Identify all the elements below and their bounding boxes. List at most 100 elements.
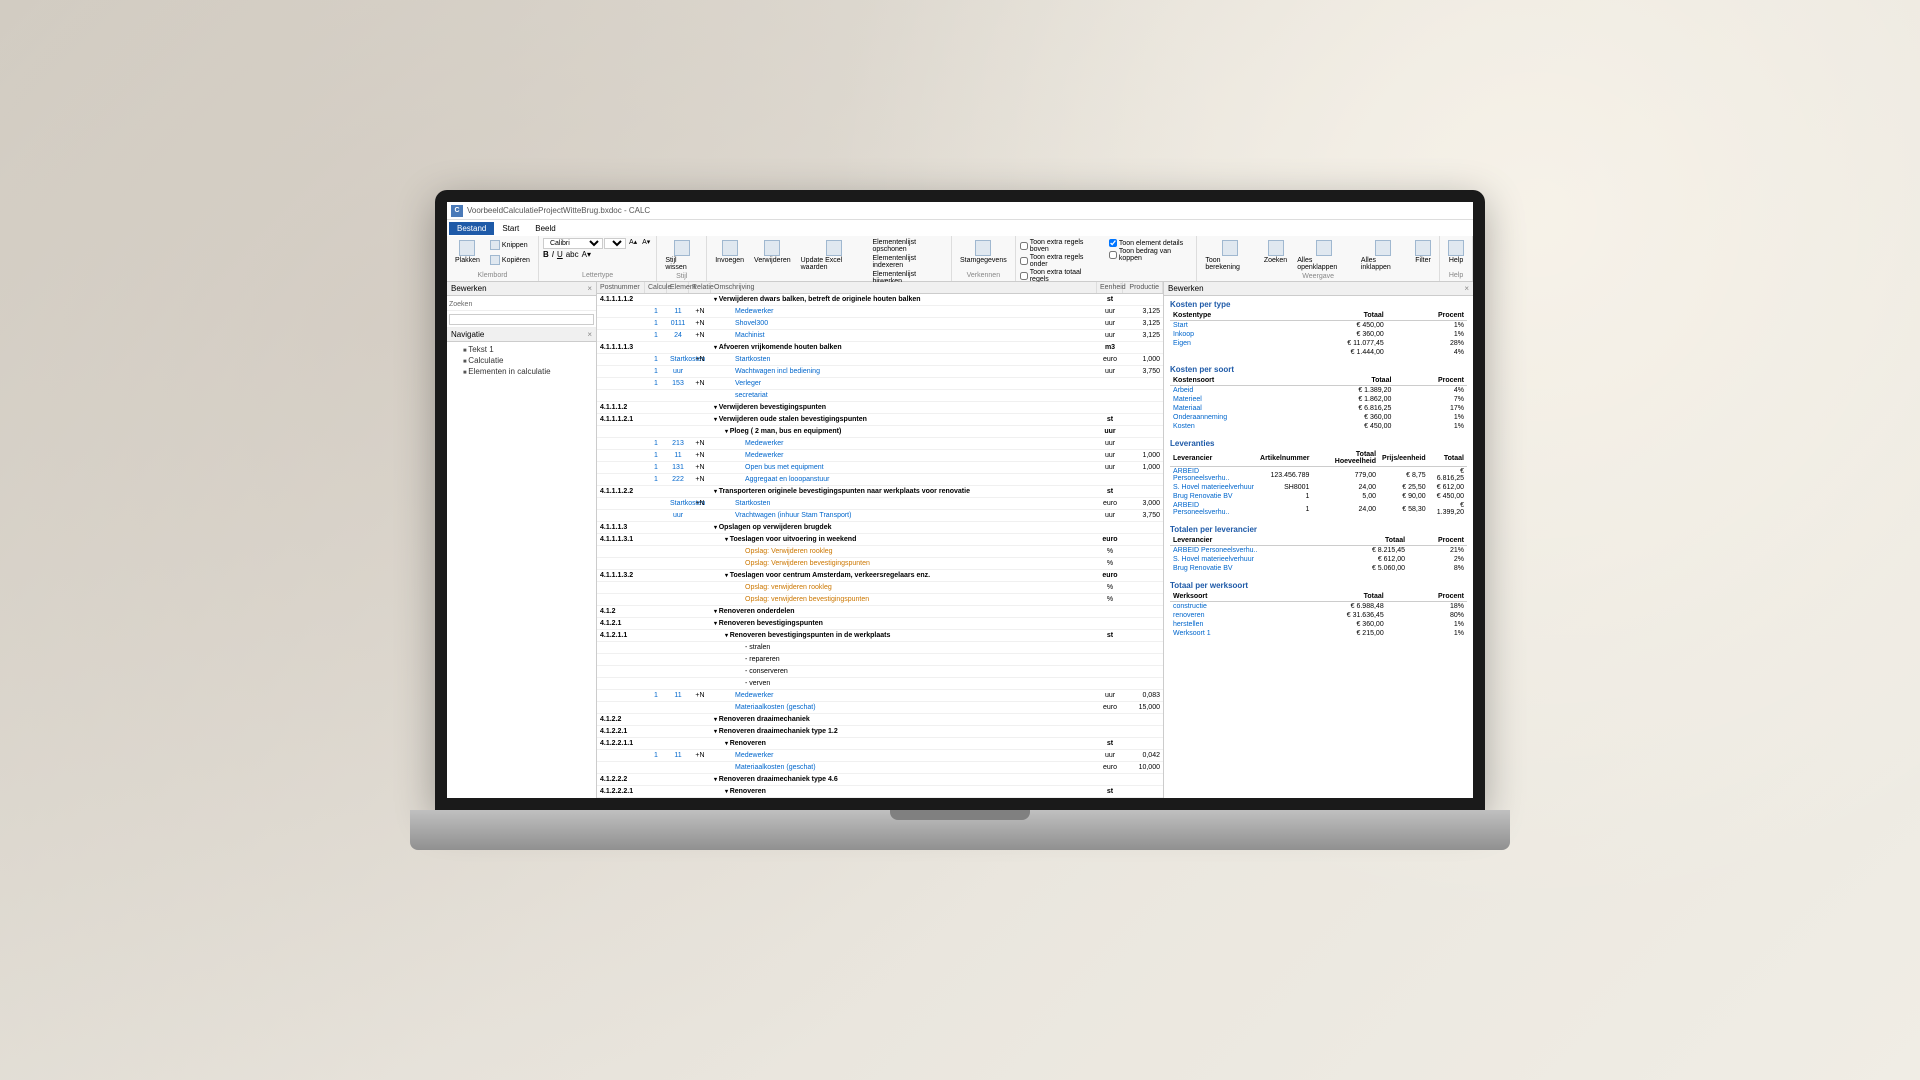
table-row[interactable]: 4.1.2.2.2.1Renoverenst <box>597 786 1163 798</box>
table-row[interactable]: 1153+NVerleger <box>597 378 1163 390</box>
table-row[interactable]: 4.1.2.2.1Renoveren draaimechaniek type 1… <box>597 726 1163 738</box>
table-row[interactable]: 4.1.2.2.2Renoveren draaimechaniek type 4… <box>597 774 1163 786</box>
table-row[interactable]: S. Hovel materieelverhuurSH800124,00€ 25… <box>1170 483 1467 492</box>
table-row[interactable]: Ploeg ( 2 man, bus en equipment)uur <box>597 426 1163 438</box>
table-row[interactable]: 4.1.1.1.2Verwijderen bevestigingspunten <box>597 402 1163 414</box>
table-row[interactable]: Materiaalkosten (geschat)euro10,000 <box>597 762 1163 774</box>
table-row[interactable]: - verven <box>597 678 1163 690</box>
table-row[interactable]: Brug Renovatie BV15,00€ 90,00€ 450,00 <box>1170 492 1467 501</box>
table-row[interactable]: 4.1.2.2.1.1Renoverenst <box>597 738 1163 750</box>
check-element-details[interactable]: Toon element details <box>1109 239 1192 247</box>
table-row[interactable]: 4.1.2.1Renoveren bevestigingspunten <box>597 618 1163 630</box>
check-extra-boven[interactable]: Toon extra regels boven <box>1020 239 1101 253</box>
stamgegevens-button[interactable]: Stamgegevens <box>956 238 1011 266</box>
check-extra-totaal[interactable]: Toon extra totaal regels <box>1020 269 1101 283</box>
table-row[interactable]: uurVrachtwagen (inhuur Stam Transport)uu… <box>597 510 1163 522</box>
table-row[interactable]: secretariat <box>597 390 1163 402</box>
table-row[interactable]: Brug Renovatie BV€ 5.060,008% <box>1170 564 1467 573</box>
table-row[interactable]: Arbeid€ 1.389,204% <box>1170 386 1467 396</box>
col-eenheid[interactable]: Eenheid <box>1097 282 1123 293</box>
table-row[interactable]: Inkoop€ 360,001% <box>1170 330 1467 339</box>
expand-all-button[interactable]: Alles openklappen <box>1293 238 1355 273</box>
table-row[interactable]: Startkosten+NStartkosteneuro3,000 <box>597 498 1163 510</box>
table-row[interactable]: S. Hovel materieelverhuur€ 612,002% <box>1170 555 1467 564</box>
grid-body[interactable]: 4.1.1.1.1.2Verwijderen dwars balken, bet… <box>597 294 1163 798</box>
col-calcule[interactable]: Calcule <box>645 282 667 293</box>
table-row[interactable]: 4.1.1.1.3.1Toeslagen voor uitvoering in … <box>597 534 1163 546</box>
elementlist-clean[interactable]: Elementenlijst opschonen <box>872 239 947 253</box>
filter-button[interactable]: Filter <box>1411 238 1435 266</box>
table-row[interactable]: Materiaalkosten (geschat)euro15,000 <box>597 702 1163 714</box>
strike-button[interactable]: abc <box>566 250 579 259</box>
table-row[interactable]: 1uurWachtwagen incl bedieninguur3,750 <box>597 366 1163 378</box>
table-row[interactable]: Start€ 450,001% <box>1170 321 1467 331</box>
col-element[interactable]: Element <box>667 282 689 293</box>
table-row[interactable]: 4.1.1.1.3.2Toeslagen voor centrum Amster… <box>597 570 1163 582</box>
font-size-select[interactable]: 14 <box>604 238 626 249</box>
collapse-all-button[interactable]: Alles inklappen <box>1357 238 1409 273</box>
table-row[interactable]: 4.1.1.1.3Opslagen op verwijderen brugdek <box>597 522 1163 534</box>
table-row[interactable]: Materiaal€ 6.816,2517% <box>1170 404 1467 413</box>
tab-bestand[interactable]: Bestand <box>449 222 494 235</box>
nav-item-tekst[interactable]: Tekst 1 <box>451 344 592 355</box>
tab-start[interactable]: Start <box>494 222 527 235</box>
search-input[interactable] <box>449 314 594 325</box>
col-postnummer[interactable]: Postnummer <box>597 282 645 293</box>
nav-item-calculatie[interactable]: Calculatie <box>451 355 592 366</box>
paste-button[interactable]: Plakken <box>451 238 484 266</box>
table-row[interactable]: ARBEID Personeelsverhu..123.456.789779,0… <box>1170 467 1467 484</box>
table-row[interactable]: 4.1.2.2Renoveren draaimechaniek <box>597 714 1163 726</box>
table-row[interactable]: ARBEID Personeelsverhu..€ 8.215,4521% <box>1170 546 1467 556</box>
table-row[interactable]: 111+NMedewerkeruur1,000 <box>597 450 1163 462</box>
table-row[interactable]: 111+NMedewerkeruur0,042 <box>597 750 1163 762</box>
table-row[interactable]: ARBEID Personeelsverhu..124,00€ 58,30€ 1… <box>1170 501 1467 517</box>
font-grow-icon[interactable]: A▴ <box>627 238 639 249</box>
close-icon[interactable]: × <box>587 330 592 339</box>
table-row[interactable]: - repareren <box>597 654 1163 666</box>
table-row[interactable]: 4.1.2Renoveren onderdelen <box>597 606 1163 618</box>
close-icon[interactable]: × <box>587 284 592 293</box>
table-row[interactable]: Kosten€ 450,001% <box>1170 422 1467 431</box>
update-excel-button[interactable]: Update Excel waarden <box>797 238 871 273</box>
table-row[interactable]: 1213+NMedewerkeruur <box>597 438 1163 450</box>
style-clear-button[interactable]: Stijl wissen <box>661 238 702 273</box>
table-row[interactable]: 111+NMedewerkeruur3,125 <box>597 306 1163 318</box>
table-row[interactable]: € 1.444,004% <box>1170 348 1467 357</box>
font-shrink-icon[interactable]: A▾ <box>640 238 652 249</box>
table-row[interactable]: renoveren€ 31.636,4580% <box>1170 611 1467 620</box>
table-row[interactable]: 4.1.1.1.2.2Transporteren originele beves… <box>597 486 1163 498</box>
table-row[interactable]: 4.1.2.1.1Renoveren bevestigingspunten in… <box>597 630 1163 642</box>
insert-button[interactable]: Invoegen <box>711 238 748 266</box>
copy-button[interactable]: Kopiëren <box>486 253 534 268</box>
table-row[interactable]: 1222+NAggregaat en looopanstuur <box>597 474 1163 486</box>
bold-button[interactable]: B <box>543 250 549 259</box>
table-row[interactable]: 4.1.1.1.2.1Verwijderen oude stalen beves… <box>597 414 1163 426</box>
italic-button[interactable]: I <box>552 250 554 259</box>
check-extra-onder[interactable]: Toon extra regels onder <box>1020 254 1101 268</box>
table-row[interactable]: Eigen€ 11.077,4528% <box>1170 339 1467 348</box>
table-row[interactable]: 10111+NShovel300uur3,125 <box>597 318 1163 330</box>
check-bedrag-koppen[interactable]: Toon bedrag van koppen <box>1109 248 1192 262</box>
elementlist-index[interactable]: Elementenlijst indexeren <box>872 255 947 269</box>
table-row[interactable]: Onderaanneming€ 360,001% <box>1170 413 1467 422</box>
help-button[interactable]: Help <box>1444 238 1468 266</box>
table-row[interactable]: Opslag: verwijderen bevestigingspunten% <box>597 594 1163 606</box>
table-row[interactable]: Materieel€ 1.862,007% <box>1170 395 1467 404</box>
table-row[interactable]: Werksoort 1€ 215,001% <box>1170 629 1467 638</box>
toon-berekening-button[interactable]: Toon berekening <box>1201 238 1258 273</box>
font-color-button[interactable]: A▾ <box>582 250 591 259</box>
col-productie[interactable]: Productie <box>1123 282 1163 293</box>
table-row[interactable]: 1131+NOpen bus met equipmentuur1,000 <box>597 462 1163 474</box>
table-row[interactable]: 111+NMedewerkeruur0,083 <box>597 690 1163 702</box>
table-row[interactable]: - conserveren <box>597 666 1163 678</box>
table-row[interactable]: Opslag: Verwijderen bevestigingspunten% <box>597 558 1163 570</box>
close-icon[interactable]: × <box>1464 284 1469 293</box>
table-row[interactable]: 4.1.1.1.1.2Verwijderen dwars balken, bet… <box>597 294 1163 306</box>
nav-item-elementen[interactable]: Elementen in calculatie <box>451 366 592 377</box>
delete-button[interactable]: Verwijderen <box>750 238 795 266</box>
font-family-select[interactable]: Calibri <box>543 238 603 249</box>
table-row[interactable]: 124+NMachinistuur3,125 <box>597 330 1163 342</box>
cut-button[interactable]: Knippen <box>486 238 534 253</box>
table-row[interactable]: herstellen€ 360,001% <box>1170 620 1467 629</box>
table-row[interactable]: constructie€ 6.988,4818% <box>1170 602 1467 612</box>
